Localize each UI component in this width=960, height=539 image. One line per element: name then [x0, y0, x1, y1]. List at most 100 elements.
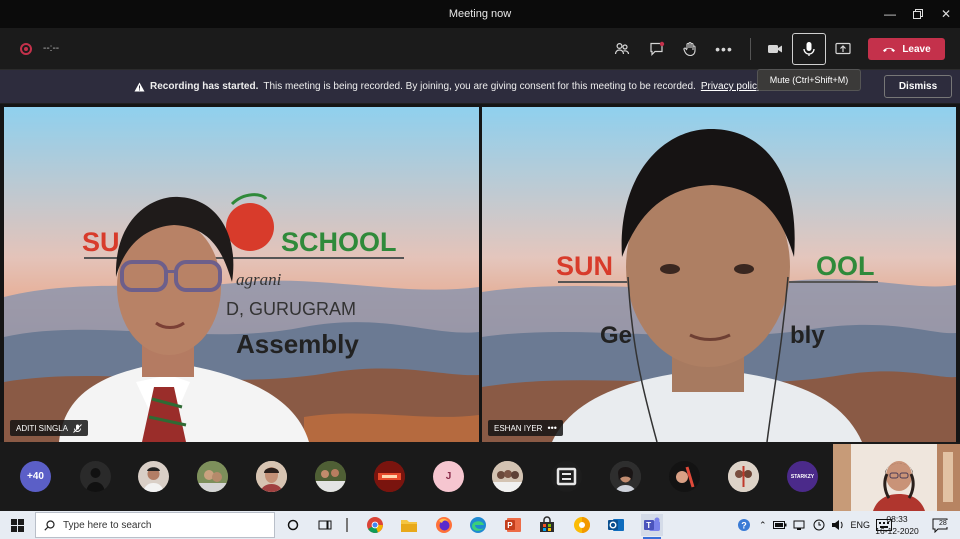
participant-avatar[interactable]: [80, 461, 111, 492]
taskbar-search-box[interactable]: Type here to search: [35, 512, 275, 538]
hand-icon: [683, 41, 696, 57]
banner-message: Recording has started. This meeting is b…: [134, 81, 762, 92]
participant-avatar[interactable]: J: [433, 461, 464, 492]
battery-icon[interactable]: [772, 520, 787, 530]
outlook-taskbar-icon[interactable]: [605, 514, 627, 536]
taskbar-divider: [346, 518, 348, 532]
windows-logo-icon: [11, 518, 24, 532]
firefox-taskbar-icon[interactable]: [433, 514, 455, 536]
teams-taskbar-icon[interactable]: T: [641, 514, 663, 539]
chat-icon: [650, 41, 665, 56]
participant-name: ESHAN IYER: [494, 423, 543, 433]
mute-tooltip: Mute (Ctrl+Shift+M): [757, 69, 861, 91]
help-icon[interactable]: ?: [737, 518, 753, 532]
more-icon: •••: [715, 41, 733, 57]
restore-icon: [913, 9, 923, 19]
action-center-button[interactable]: 28: [932, 517, 948, 534]
participant-avatar[interactable]: [492, 461, 523, 492]
clock-status-icon[interactable]: [813, 519, 825, 531]
task-view-icon: [318, 520, 332, 530]
more-options-icon[interactable]: •••: [547, 423, 556, 433]
self-view-video[interactable]: [833, 444, 960, 511]
file-explorer-taskbar-icon[interactable]: [398, 514, 420, 536]
chrome-taskbar-icon[interactable]: [364, 514, 386, 536]
video-feed: SU SCHOOL agrani D, GURUGRAM Assembly: [4, 107, 479, 442]
teams-window: Meeting now — ✕ --:-- ••• Leave Recordin…: [0, 0, 960, 539]
cortana-icon: [287, 519, 299, 531]
video-tile-eshan[interactable]: SUN OOL Ge bly ESHAN IYER •••: [482, 107, 956, 442]
folder-icon: [401, 520, 417, 532]
video-stage: SU SCHOOL agrani D, GURUGRAM Assembly AD…: [0, 104, 960, 442]
participant-avatar[interactable]: [551, 461, 582, 492]
store-taskbar-icon[interactable]: [536, 514, 558, 536]
outlook-icon: [608, 519, 624, 531]
participants-button[interactable]: [611, 38, 633, 60]
chat-button[interactable]: [646, 38, 668, 60]
chrome-icon: [367, 517, 383, 533]
edge-taskbar-icon[interactable]: [467, 514, 489, 536]
avatar-image: [256, 461, 287, 492]
task-view-button[interactable]: [314, 514, 336, 536]
video-tile-aditi[interactable]: SU SCHOOL agrani D, GURUGRAM Assembly AD…: [4, 107, 479, 442]
mic-muted-icon: [73, 423, 82, 433]
search-icon: [44, 519, 55, 531]
overflow-participants-button[interactable]: +40: [20, 461, 51, 492]
restore-button[interactable]: [904, 0, 932, 28]
participant-avatar[interactable]: [374, 461, 405, 492]
camera-button[interactable]: [764, 38, 786, 60]
window-title: Meeting now: [448, 8, 512, 20]
microphone-button[interactable]: [792, 33, 826, 65]
notification-count: 28: [938, 520, 948, 527]
close-button[interactable]: ✕: [932, 0, 960, 28]
powerpoint-taskbar-icon[interactable]: P: [502, 514, 524, 536]
recording-icon: [20, 43, 32, 55]
avatar-image: [86, 468, 105, 492]
app-icon: [574, 517, 590, 533]
raise-hand-button[interactable]: [679, 38, 701, 60]
system-tray: ? ⌃ ENG: [737, 511, 893, 539]
more-actions-button[interactable]: •••: [713, 38, 735, 60]
volume-icon[interactable]: [831, 519, 845, 531]
avatar-initial: J: [445, 471, 452, 482]
dismiss-button[interactable]: Dismiss: [884, 75, 952, 98]
microphone-icon: [803, 42, 815, 56]
participant-avatar[interactable]: [610, 461, 641, 492]
minimize-button[interactable]: —: [876, 0, 904, 28]
participant-avatar[interactable]: [315, 461, 346, 492]
participant-name-tag: ESHAN IYER •••: [488, 420, 563, 436]
participant-avatar[interactable]: [728, 461, 759, 492]
avatar-image: [669, 461, 700, 492]
photos-taskbar-icon[interactable]: [571, 514, 593, 536]
firefox-icon: [436, 517, 452, 533]
hang-up-icon: [883, 47, 896, 52]
backdrop-school-left: SUN: [556, 251, 613, 281]
start-button[interactable]: [0, 511, 35, 539]
participant-avatar[interactable]: [669, 461, 700, 492]
avatar-image: [197, 461, 228, 492]
taskbar-clock[interactable]: 08:33 16-12-2020: [872, 513, 922, 537]
clock-date: 16-12-2020: [875, 526, 919, 536]
leave-button[interactable]: Leave: [868, 38, 945, 60]
avatar-image: [610, 461, 641, 492]
cortana-button[interactable]: [282, 514, 304, 536]
participant-avatar[interactable]: [197, 461, 228, 492]
share-screen-button[interactable]: [832, 38, 854, 60]
participant-name-tag: ADITI SINGLA: [10, 420, 89, 436]
backdrop-assembly-left: Ge: [600, 322, 632, 349]
backdrop-assembly-right: bly: [790, 322, 825, 349]
people-icon: [614, 42, 630, 55]
avatar-image: [143, 467, 164, 492]
chevron-up-icon[interactable]: ⌃: [759, 520, 767, 531]
backdrop-school-left: SU: [82, 227, 120, 257]
window-controls: — ✕: [876, 0, 960, 28]
participant-avatar[interactable]: [256, 461, 287, 492]
language-indicator[interactable]: ENG: [851, 520, 871, 530]
network-icon[interactable]: [793, 520, 807, 530]
participant-avatar[interactable]: [138, 461, 169, 492]
teams-icon: T: [644, 517, 660, 531]
avatar-image: [492, 461, 523, 492]
privacy-policy-link[interactable]: Privacy policy: [701, 81, 762, 92]
toolbar-divider: [750, 38, 751, 60]
participant-avatar[interactable]: STARKZY: [787, 461, 818, 492]
edge-icon: [470, 517, 486, 533]
